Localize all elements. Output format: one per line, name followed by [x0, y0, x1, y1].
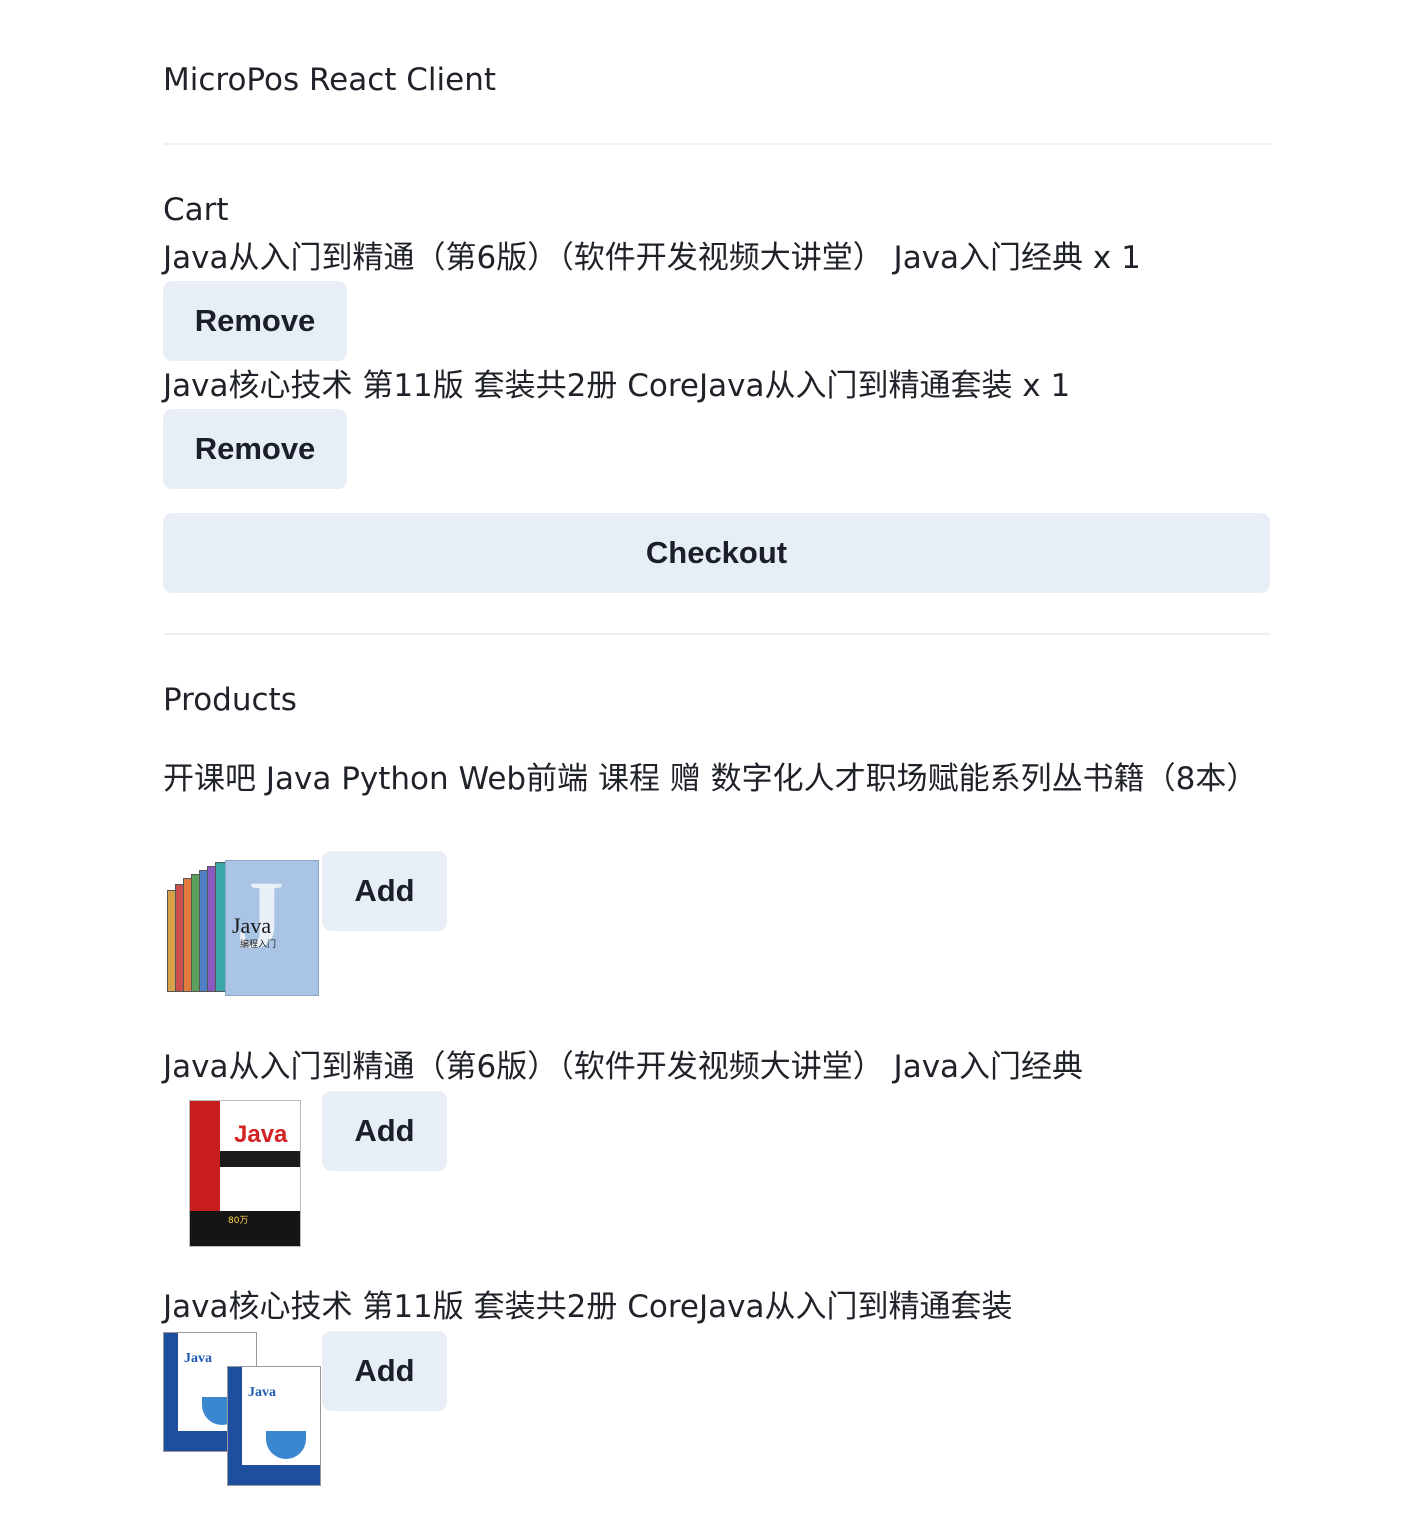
app-title: MicroPos React Client: [163, 62, 497, 98]
core-java-volumes-cover-icon: Java Java: [163, 1332, 321, 1492]
header-divider: [163, 143, 1270, 145]
product-name: 开课吧 Java Python Web前端 课程 赠 数字化人才职场赋能系列丛书…: [163, 761, 1258, 797]
product-name: Java从入门到精通（第6版）（软件开发视频大讲堂） Java入门经典: [163, 1049, 1084, 1085]
java-book-set-cover-icon: J Java 编程入门: [163, 852, 319, 1002]
checkout-button[interactable]: Checkout: [163, 513, 1270, 593]
remove-button[interactable]: Remove: [163, 409, 347, 489]
products-heading: Products: [163, 682, 297, 718]
cart-heading: Cart: [163, 192, 229, 228]
cart-item-label: Java核心技术 第11版 套装共2册 CoreJava从入门到精通套装 x 1: [163, 368, 1071, 404]
add-button[interactable]: Add: [322, 1091, 447, 1171]
add-button[interactable]: Add: [322, 851, 447, 931]
cart-divider: [163, 633, 1270, 635]
cart-item-label: Java从入门到精通（第6版）（软件开发视频大讲堂） Java入门经典 x 1: [163, 240, 1141, 276]
add-button[interactable]: Add: [322, 1331, 447, 1411]
remove-button[interactable]: Remove: [163, 281, 347, 361]
java-book-cover-icon: Java 80万: [163, 1092, 319, 1252]
product-name: Java核心技术 第11版 套装共2册 CoreJava从入门到精通套装: [163, 1289, 1013, 1325]
